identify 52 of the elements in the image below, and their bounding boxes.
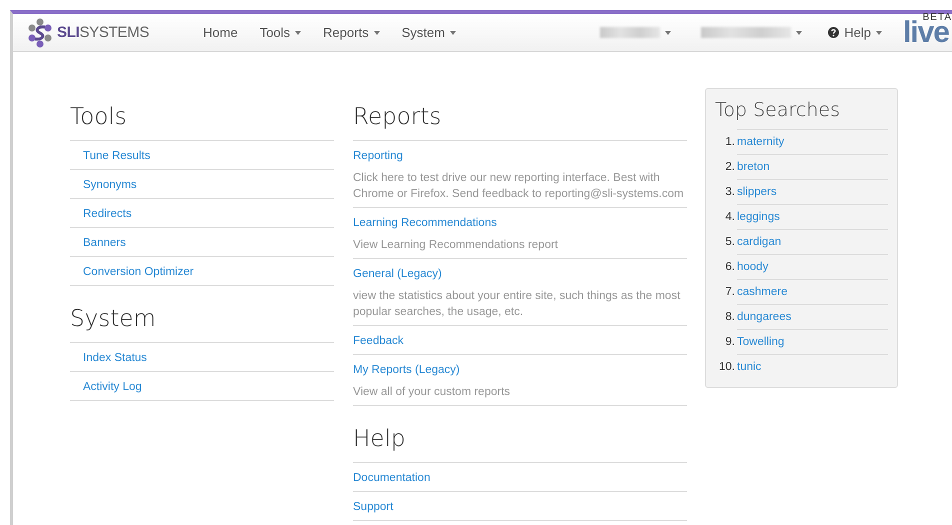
nav-link[interactable]: Synonyms	[83, 179, 137, 191]
section-heading: Tools	[70, 104, 128, 130]
nav-menu-item[interactable]: Reports	[312, 25, 391, 40]
nav-link[interactable]: Index Status	[83, 352, 147, 364]
report-description: View all of your custom reports	[353, 385, 512, 400]
nav-link[interactable]: Conversion Optimizer	[83, 266, 194, 278]
report-description: view the statistics about your entire site, such things as the most popular searches, the usage, etc.	[353, 289, 682, 320]
search-term-link[interactable]: slippers	[737, 186, 777, 198]
nav-link[interactable]: Tune Results	[83, 150, 150, 162]
nav-menu-item[interactable]: Tools	[248, 25, 312, 40]
report-link[interactable]: My Reports (Legacy)	[353, 364, 460, 376]
section-heading: System	[70, 306, 157, 332]
section-heading: Reports	[353, 104, 442, 130]
nav-link[interactable]: Activity Log	[83, 381, 142, 393]
nav-menu-item[interactable]: Home	[192, 25, 249, 40]
report-link[interactable]: Documentation	[353, 472, 430, 484]
section-heading: Help	[353, 426, 406, 452]
report-link[interactable]: Support	[353, 501, 394, 513]
rank-number: 1.	[725, 136, 736, 148]
report-link[interactable]: Feedback	[353, 335, 404, 347]
nav-link[interactable]: Banners	[83, 237, 126, 249]
search-term-link[interactable]: cashmere	[737, 286, 788, 298]
logo-text[interactable]: SLISYSTEMS	[57, 24, 150, 41]
search-term-link[interactable]: tunic	[737, 361, 762, 373]
rank-number: 6.	[725, 261, 736, 273]
search-term-link[interactable]: hoody	[737, 261, 768, 273]
nav-menu-item[interactable]: System	[390, 25, 467, 40]
report-link[interactable]: General (Legacy)	[353, 268, 442, 280]
rank-number: 2.	[725, 161, 736, 173]
rank-number: 7.	[725, 286, 736, 298]
rank-number: 10.	[719, 361, 736, 373]
search-term-link[interactable]: maternity	[737, 136, 784, 148]
rank-number: 3.	[725, 186, 736, 198]
rank-number: 8.	[725, 311, 736, 323]
panel-heading: Top Searches	[715, 99, 841, 121]
search-term-link[interactable]: cardigan	[737, 236, 782, 248]
search-term-link[interactable]: breton	[737, 161, 770, 173]
search-term-link[interactable]: Towelling	[737, 336, 784, 348]
report-description: View Learning Recommendations report	[353, 238, 559, 253]
search-term-link[interactable]: dungarees	[737, 311, 792, 323]
blurred-text	[600, 27, 660, 38]
rank-number: 5.	[725, 236, 736, 248]
report-link[interactable]: Reporting	[353, 150, 403, 162]
help-icon	[828, 27, 840, 38]
report-link[interactable]: Learning Recommendations	[353, 217, 497, 229]
search-term-link[interactable]: leggings	[737, 211, 780, 223]
help-menu[interactable]: Help	[817, 25, 893, 40]
logo-icon	[27, 18, 53, 48]
report-description: Click here to test drive our new reporting interface. Best with Chrome or Firefox. Send feedback to reporting@sli-systems.com	[353, 171, 685, 202]
rank-number: 9.	[725, 336, 736, 348]
rank-number: 4.	[725, 211, 736, 223]
nav-link[interactable]: Redirects	[83, 208, 132, 220]
